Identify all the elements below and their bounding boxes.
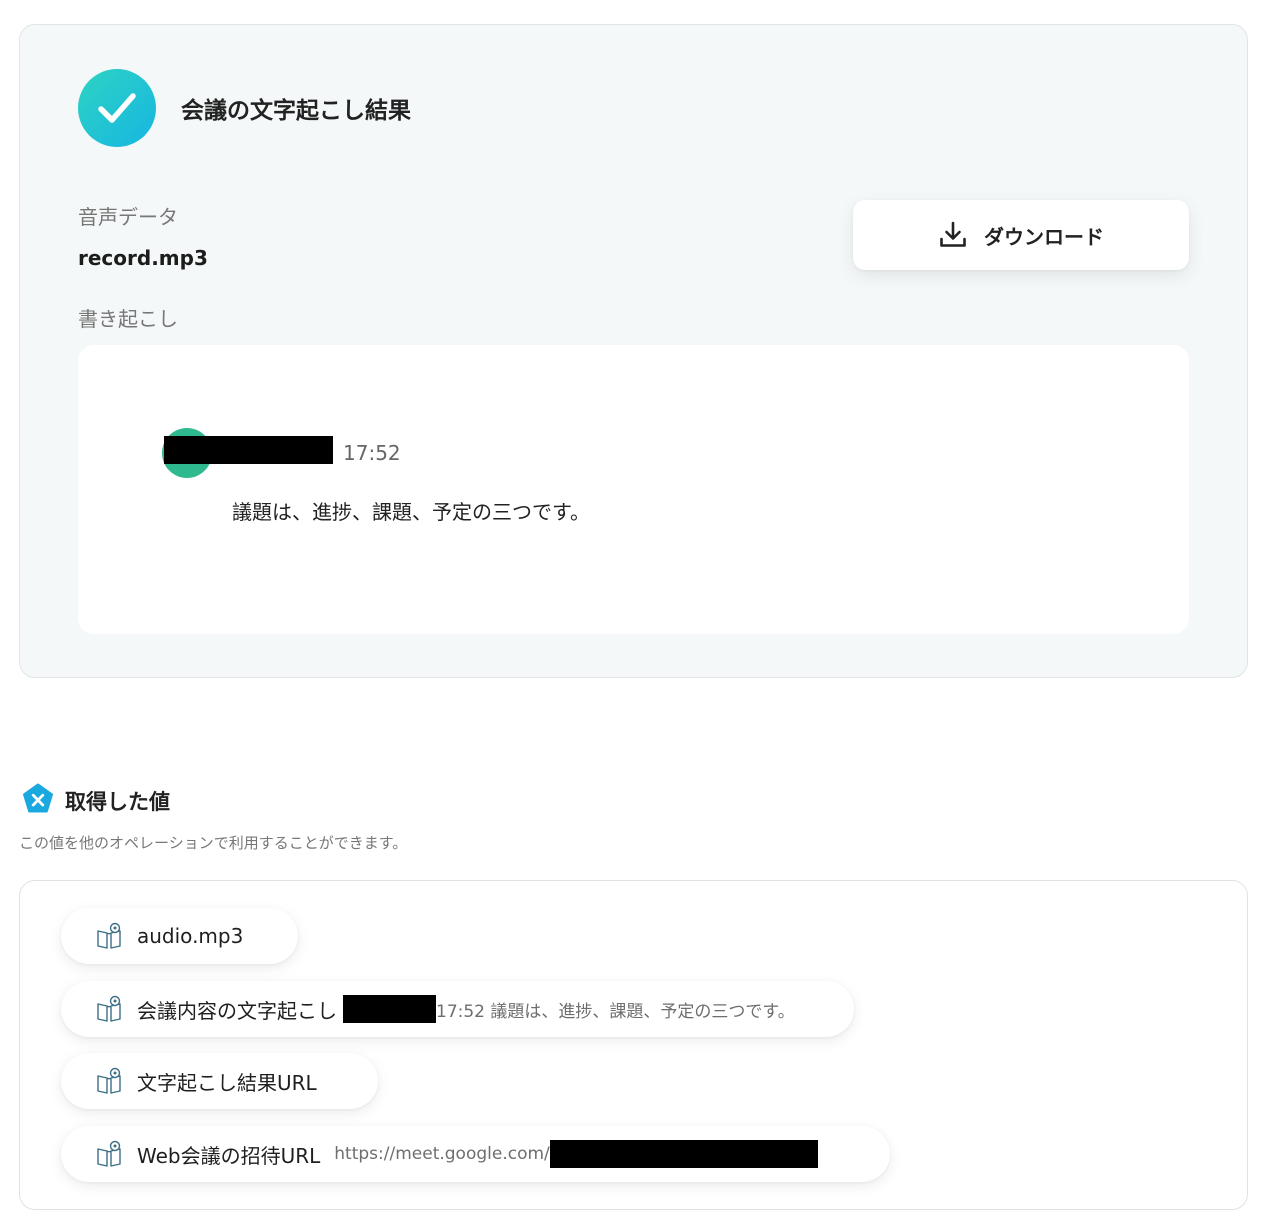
- transcript-box: 17:52 議題は、進捗、課題、予定の三つです。: [78, 345, 1189, 634]
- transcript-text: 議題は、進捗、課題、予定の三つです。: [232, 500, 590, 524]
- speaker-name-redacted: [343, 995, 436, 1023]
- book-icon: [97, 1140, 121, 1167]
- variables-list: audio.mp3 会議内容の文字起こし 17:52 議題は、進捗、課題、予定の…: [19, 880, 1248, 1210]
- variable-item-result-url[interactable]: 文字起こし結果URL: [61, 1053, 378, 1109]
- transcript-time: 17:52: [343, 441, 401, 465]
- result-title: 会議の文字起こし結果: [181, 98, 411, 124]
- url-redacted: [549, 1140, 818, 1168]
- transcript-label: 書き起こし: [78, 307, 178, 331]
- book-icon: [97, 922, 121, 949]
- variable-name: Web会議の招待URL: [137, 1143, 321, 1168]
- audio-file-name: record.mp3: [78, 246, 208, 270]
- variable-name: 文字起こし結果URL: [137, 1070, 317, 1095]
- variable-value: 17:52 議題は、進捗、課題、予定の三つです。: [436, 1001, 795, 1022]
- variable-name: audio.mp3: [137, 924, 244, 948]
- download-button[interactable]: ダウンロード: [853, 200, 1189, 270]
- speaker-name-redacted: [164, 436, 333, 464]
- book-icon: [97, 1067, 121, 1094]
- download-icon: [940, 221, 966, 247]
- variable-name: 会議内容の文字起こし: [137, 998, 337, 1023]
- variable-item-meeting-url[interactable]: Web会議の招待URL https://meet.google.com/: [61, 1126, 890, 1182]
- download-label: ダウンロード: [984, 224, 1104, 249]
- result-card: 会議の文字起こし結果 音声データ record.mp3 ダウンロード 書き起こし…: [19, 24, 1248, 678]
- book-icon: [97, 995, 121, 1022]
- variable-value: https://meet.google.com/: [334, 1144, 550, 1164]
- check-icon: [78, 69, 156, 147]
- variable-icon: [23, 783, 53, 813]
- variables-title: 取得した値: [65, 790, 170, 814]
- audio-label: 音声データ: [78, 205, 178, 229]
- variable-item-transcript[interactable]: 会議内容の文字起こし 17:52 議題は、進捗、課題、予定の三つです。: [61, 981, 854, 1037]
- variable-item-audio[interactable]: audio.mp3: [61, 908, 298, 964]
- variables-description: この値を他のオペレーションで利用することができます。: [19, 834, 408, 852]
